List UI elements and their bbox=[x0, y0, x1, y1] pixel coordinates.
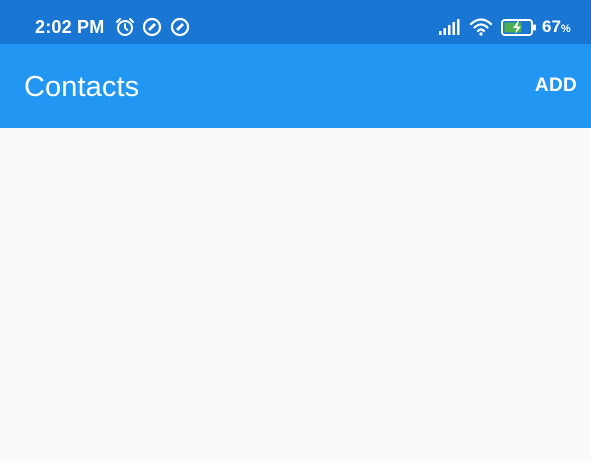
contacts-list bbox=[0, 128, 591, 461]
battery-charging-icon bbox=[500, 16, 538, 38]
alarm-icon bbox=[114, 16, 136, 38]
status-bar: 2:02 PM 67% bbox=[0, 0, 591, 44]
status-time: 2:02 PM bbox=[35, 17, 105, 37]
app-bar: Contacts ADD bbox=[0, 44, 591, 128]
battery-percent-value: 67 bbox=[542, 17, 561, 36]
app-notification-icon bbox=[141, 16, 163, 38]
wifi-icon bbox=[469, 16, 493, 38]
app-notification-icon bbox=[169, 16, 191, 38]
signal-icon bbox=[437, 16, 461, 38]
battery-percent-sign: % bbox=[560, 23, 571, 35]
add-button[interactable]: ADD bbox=[535, 74, 577, 98]
page-title: Contacts bbox=[24, 71, 140, 103]
battery-percentage: 67% bbox=[542, 17, 571, 39]
